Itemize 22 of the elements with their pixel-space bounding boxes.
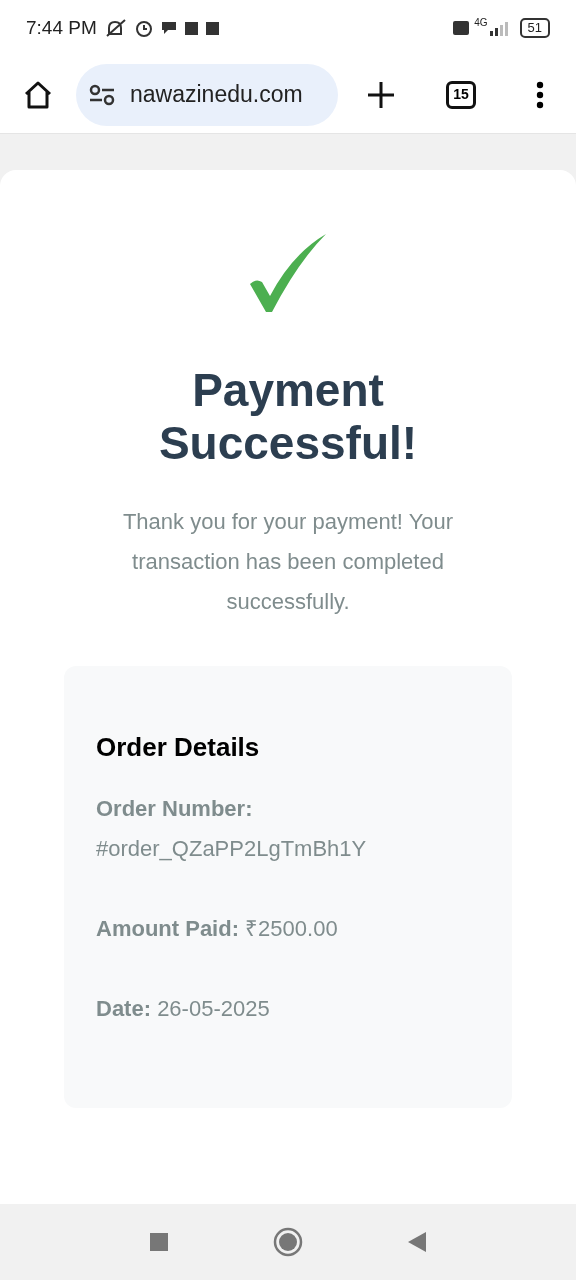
success-title: Payment Successful!	[157, 364, 419, 470]
muted-bell-icon	[104, 18, 127, 38]
network-type: 4G	[474, 15, 488, 30]
order-detail: Order Number: #order_QZaPP2LgTmBh1Y	[96, 795, 368, 863]
site-settings-icon[interactable]	[88, 82, 116, 107]
url-text: nawazinedu.com	[130, 80, 303, 110]
success-message: Thank you for your payment! Your transaction has been completed successfully.	[121, 508, 455, 616]
alarm-icon	[134, 19, 153, 37]
message-icon	[160, 21, 177, 35]
back-icon[interactable]	[407, 1231, 427, 1253]
order-details-heading: Order Details	[96, 731, 261, 764]
recents-icon[interactable]	[149, 1232, 169, 1252]
tab-count-button[interactable]: 15	[446, 80, 476, 109]
order-detail: Amount Paid: ₹2500.00	[96, 915, 339, 943]
new-tab-icon[interactable]	[366, 79, 396, 110]
order-detail: Date: 26-05-2025	[96, 995, 271, 1023]
address-bar[interactable]: nawazinedu.com	[76, 63, 338, 126]
checkmark-icon	[248, 232, 328, 314]
status-time: 7:44 PM	[26, 15, 97, 40]
battery-indicator: 51	[519, 18, 550, 38]
home-button-icon[interactable]	[273, 1227, 303, 1257]
menu-icon[interactable]	[536, 80, 544, 109]
